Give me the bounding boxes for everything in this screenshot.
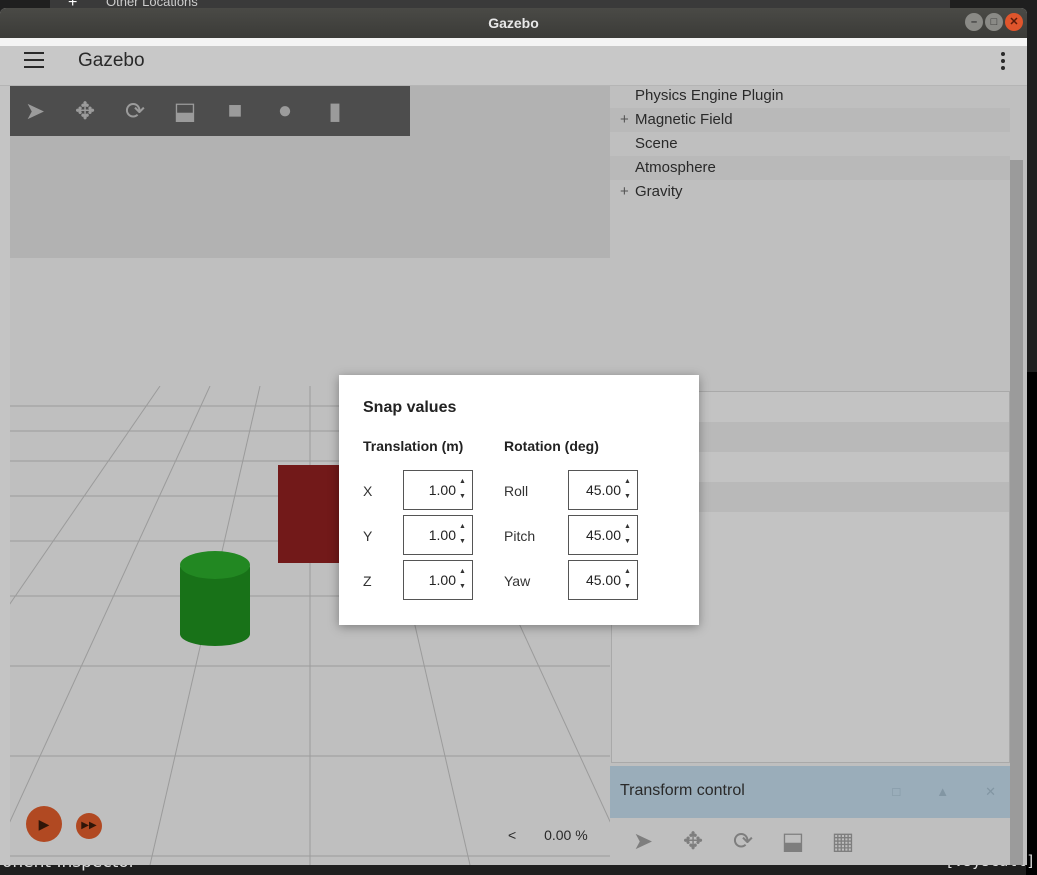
maximize-icon[interactable]: □ [985, 13, 1003, 31]
desktop-top-bar: + Other Locations [50, 0, 950, 11]
window-title: Gazebo [488, 15, 539, 31]
minimize-icon[interactable]: – [965, 13, 983, 31]
terminal-edge [1026, 372, 1037, 875]
x-input[interactable] [406, 480, 456, 500]
y-spinbox[interactable]: ▲ ▼ [403, 515, 473, 555]
pitch-label: Pitch [504, 528, 536, 544]
increment-icon[interactable]: ▲ [458, 522, 467, 531]
decrement-icon[interactable]: ▼ [458, 582, 467, 591]
x-spinbox[interactable]: ▲ ▼ [403, 470, 473, 510]
yaw-spinbox[interactable]: ▲ ▼ [568, 560, 638, 600]
yaw-input[interactable] [571, 570, 621, 590]
translation-header: Translation (m) [363, 438, 464, 454]
rotation-header: Rotation (deg) [504, 438, 599, 454]
increment-icon[interactable]: ▲ [623, 567, 632, 576]
decrement-icon[interactable]: ▼ [458, 492, 467, 501]
roll-input[interactable] [571, 480, 621, 500]
decrement-icon[interactable]: ▼ [623, 492, 632, 501]
roll-label: Roll [504, 483, 529, 499]
increment-icon[interactable]: ▲ [458, 477, 467, 486]
x-label: X [363, 483, 373, 499]
increment-icon[interactable]: ▲ [623, 522, 632, 531]
decrement-icon[interactable]: ▼ [458, 537, 467, 546]
increment-icon[interactable]: ▲ [458, 567, 467, 576]
close-icon[interactable]: ✕ [1005, 13, 1023, 31]
window-controls: – □ ✕ [965, 13, 1023, 31]
window-titlebar[interactable]: Gazebo – □ ✕ [0, 8, 1027, 38]
y-label: Y [363, 528, 373, 544]
z-spinbox[interactable]: ▲ ▼ [403, 560, 473, 600]
increment-icon[interactable]: ▲ [623, 477, 632, 486]
yaw-label: Yaw [504, 573, 531, 589]
z-input[interactable] [406, 570, 456, 590]
roll-spinbox[interactable]: ▲ ▼ [568, 470, 638, 510]
dialog-title: Snap values [363, 399, 457, 416]
y-input[interactable] [406, 525, 456, 545]
decrement-icon[interactable]: ▼ [623, 582, 632, 591]
snap-values-dialog: Snap values Translation (m) Rotation (de… [339, 375, 699, 625]
z-label: Z [363, 573, 372, 589]
decrement-icon[interactable]: ▼ [623, 537, 632, 546]
pitch-spinbox[interactable]: ▲ ▼ [568, 515, 638, 555]
pitch-input[interactable] [571, 525, 621, 545]
